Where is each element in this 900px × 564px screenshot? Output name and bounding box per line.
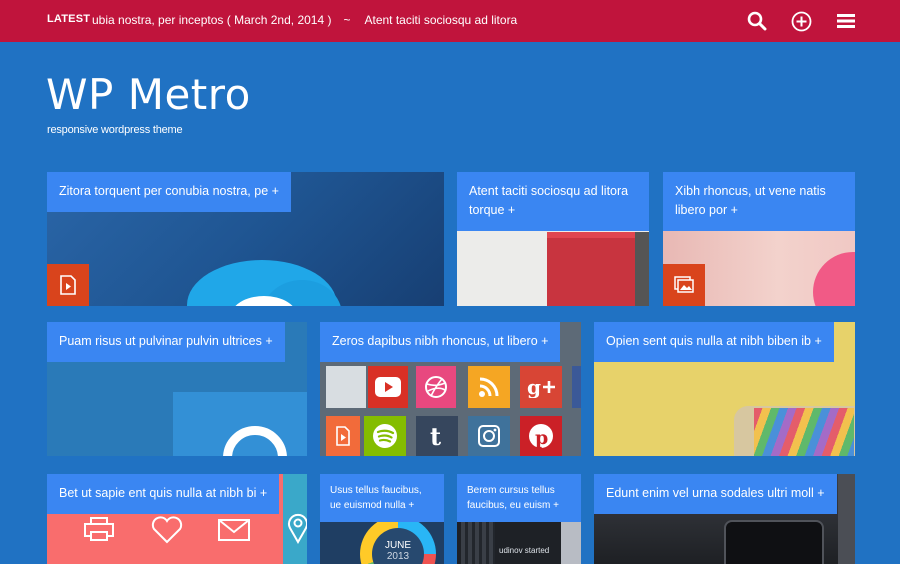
add-circle-icon[interactable] [790, 10, 812, 32]
ticker-item[interactable]: ubia nostra, per inceptos ( March 2nd, 2… [92, 13, 331, 27]
tile-image [572, 366, 581, 408]
gallery-format-badge [663, 264, 705, 306]
video-format-badge [47, 264, 89, 306]
video-icon [60, 275, 76, 295]
tile-title[interactable]: Usus tellus faucibus, ue euismod nulla + [320, 474, 444, 522]
tile-image [838, 474, 855, 564]
spotify-icon [364, 416, 406, 456]
news-ticker: ubia nostra, per inceptos ( March 2nd, 2… [92, 0, 612, 42]
gallery-icon [674, 276, 694, 293]
pinterest-icon: p [520, 416, 562, 456]
post-tile[interactable]: Atent taciti sociosqu ad litora torque + [457, 172, 649, 306]
tile-title[interactable]: Bet ut sapie ent quis nulla at nibh bi + [47, 474, 280, 514]
tile-title[interactable]: Zitora torquent per conubia nostra, pe + [47, 172, 291, 212]
location-pin-icon [287, 512, 307, 549]
tile-image [561, 522, 581, 564]
tile-image [461, 522, 495, 564]
tile-image [635, 232, 649, 306]
site-tagline: responsive wordpress theme [47, 124, 183, 136]
tile-title[interactable]: Berem cursus tellus faucibus, eu euism + [457, 474, 581, 522]
post-tile[interactable]: Puam risus ut pulvinar pulvin ultrices + [47, 322, 307, 456]
site-title[interactable]: WP Metro [46, 70, 251, 119]
tile-image [326, 366, 366, 408]
svg-text:p: p [535, 427, 548, 449]
svg-text:g: g [527, 376, 541, 398]
video-icon [326, 416, 360, 456]
post-tile[interactable]: Edunt enim vel urna sodales ultri moll + [594, 474, 855, 564]
calendar-year: 2013 [386, 551, 410, 562]
tile-title[interactable]: Opien sent quis nulla at nibh biben ib + [594, 322, 834, 362]
tile-image [547, 232, 642, 306]
tile-image [754, 408, 854, 456]
tile-title[interactable]: Edunt enim vel urna sodales ultri moll + [594, 474, 837, 514]
youtube-icon [368, 366, 408, 408]
tile-title[interactable]: Atent taciti sociosqu ad litora torque + [457, 172, 649, 231]
google-plus-icon: g [520, 366, 562, 408]
instagram-icon [468, 416, 510, 456]
top-bar: LATEST ubia nostra, per inceptos ( March… [0, 0, 900, 42]
post-tile[interactable]: Bet ut sapie ent quis nulla at nibh bi + [47, 474, 307, 564]
latest-label: LATEST [47, 13, 91, 25]
ticker-separator: ~ [343, 13, 351, 27]
tile-title[interactable]: Puam risus ut pulvinar pulvin ultrices + [47, 322, 285, 362]
post-tile[interactable]: udinov started Berem cursus tellus fauci… [457, 474, 581, 564]
rss-icon [468, 366, 510, 408]
post-tile[interactable]: Xibh rhoncus, ut vene natis libero por + [663, 172, 855, 306]
tile-title[interactable]: Zeros dapibus nibh rhoncus, ut libero + [320, 322, 561, 362]
post-tile[interactable]: JUNE 2013 Usus tellus faucibus, ue euism… [320, 474, 444, 564]
post-tile[interactable]: g t p Zeros dapibus nibh rhoncus, ut lib… [320, 322, 581, 456]
heart-icon [151, 516, 183, 549]
svg-text:t: t [430, 423, 441, 449]
post-tile[interactable]: Opien sent quis nulla at nibh biben ib + [594, 322, 855, 456]
dribbble-icon [416, 366, 456, 408]
calendar-month: JUNE [384, 540, 412, 551]
printer-icon [83, 516, 115, 547]
post-tile[interactable]: Zitora torquent per conubia nostra, pe + [47, 172, 444, 306]
ticker-item[interactable]: Atent taciti sociosqu ad litora [364, 13, 517, 27]
tumblr-icon: t [416, 416, 458, 456]
menu-icon[interactable] [835, 10, 857, 32]
post-fragment: udinov started [499, 546, 550, 555]
tile-title[interactable]: Xibh rhoncus, ut vene natis libero por + [663, 172, 855, 231]
mail-icon [217, 518, 251, 547]
tile-image [813, 252, 855, 306]
phone-shape [724, 520, 824, 564]
search-icon[interactable] [746, 10, 768, 32]
